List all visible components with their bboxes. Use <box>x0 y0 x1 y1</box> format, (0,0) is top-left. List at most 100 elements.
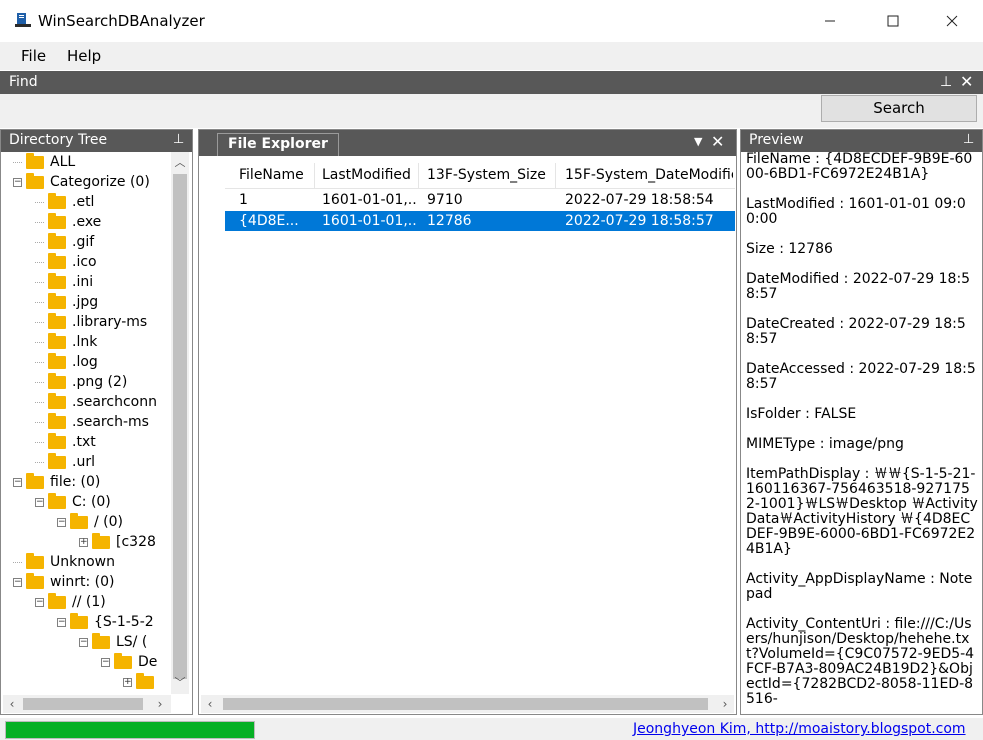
scroll-right-icon[interactable]: › <box>716 695 734 713</box>
column-divider[interactable] <box>555 163 556 189</box>
pin-icon[interactable]: ⊥ <box>963 132 974 147</box>
tree-node[interactable]: − file: (0) <box>13 472 100 492</box>
directory-tree-panel: Directory Tree ⊥ ALL − Categorize (0) .etl.… <box>0 129 193 715</box>
tree-node[interactable]: .exe <box>35 212 101 232</box>
collapse-icon[interactable]: − <box>13 577 22 587</box>
collapse-icon[interactable]: − <box>35 497 44 507</box>
folder-icon <box>92 632 110 649</box>
preview-content: FileName : {4D8ECDEF-9B9E-6000-6BD1-FC69… <box>746 152 978 714</box>
dropdown-icon[interactable]: ▼ <box>694 135 702 148</box>
tree-connector <box>35 321 44 323</box>
column-header[interactable]: 15F-System_DateModified <box>565 167 733 183</box>
pin-icon[interactable]: ⊥ <box>173 132 184 147</box>
scroll-right-icon[interactable]: › <box>151 695 169 713</box>
tree-node[interactable]: .etl <box>35 192 94 212</box>
column-header[interactable]: FileName <box>239 167 313 183</box>
tree-node[interactable]: − De <box>101 652 157 672</box>
tree-node[interactable]: − LS/ ( <box>79 632 147 652</box>
tree-node[interactable]: .searchconn <box>35 392 157 412</box>
tree-node[interactable]: .ini <box>35 272 93 292</box>
tree-node[interactable]: − Categorize (0) <box>13 172 150 192</box>
tree-node[interactable]: Unknown <box>13 552 115 572</box>
scroll-down-icon[interactable]: ﹀ <box>171 674 189 692</box>
tree-node[interactable]: .search-ms <box>35 412 149 432</box>
tree-node[interactable]: ALL <box>13 152 75 172</box>
progress-fill <box>6 722 254 738</box>
expand-icon[interactable]: + <box>123 677 132 687</box>
tree-node[interactable]: .gif <box>35 232 94 252</box>
collapse-icon[interactable]: − <box>57 517 66 527</box>
preview-field: Size : 12786 <box>746 241 833 257</box>
tree-horizontal-scrollbar[interactable]: ‹ › <box>3 695 171 713</box>
folder-icon <box>48 372 66 389</box>
preview-field: Activity_AppDisplayName : Notepad <box>746 571 973 602</box>
close-button[interactable] <box>928 0 976 42</box>
column-divider[interactable] <box>314 163 315 189</box>
table-row[interactable]: {4D8E... 1601-01-01,.. 12786 2022-07-29 … <box>225 211 735 231</box>
collapse-icon[interactable]: − <box>57 617 66 627</box>
minimize-button[interactable] <box>806 0 854 42</box>
tree-node[interactable]: + [c328 <box>79 532 156 552</box>
tree-node-label: .png (2) <box>72 374 128 390</box>
collapse-icon[interactable]: − <box>13 477 22 487</box>
tree-node-label: Unknown <box>50 554 115 570</box>
tree-node[interactable]: .lnk <box>35 332 97 352</box>
collapse-icon[interactable]: − <box>13 177 22 187</box>
tree-node[interactable]: .log <box>35 352 98 372</box>
tree-node-label: .log <box>72 354 98 370</box>
search-button[interactable]: Search <box>821 95 977 122</box>
tree-node[interactable]: − C: (0) <box>35 492 111 512</box>
tree-node[interactable]: .url <box>35 452 95 472</box>
tree-node[interactable]: + <box>123 672 160 692</box>
tree-connector <box>35 361 44 363</box>
tree-node-label: De <box>138 654 158 670</box>
folder-icon <box>48 252 66 269</box>
scroll-left-icon[interactable]: ‹ <box>201 695 219 713</box>
collapse-icon[interactable]: − <box>35 597 44 607</box>
scroll-thumb[interactable] <box>223 698 708 710</box>
column-header[interactable]: 13F-System_Size <box>427 167 554 183</box>
tree-node-label: LS/ ( <box>116 634 148 650</box>
tree-node[interactable]: − / (0) <box>57 512 123 532</box>
tree-node[interactable]: .txt <box>35 432 96 452</box>
collapse-icon[interactable]: − <box>79 637 88 647</box>
scroll-thumb[interactable] <box>23 698 143 710</box>
tree-node-label: .gif <box>72 234 95 250</box>
preview-header: Preview ⊥ <box>741 130 982 152</box>
tree-node[interactable]: − // (1) <box>35 592 106 612</box>
file-explorer-header: File Explorer ▼ ✕ <box>199 130 736 156</box>
column-divider[interactable] <box>418 163 419 189</box>
scroll-left-icon[interactable]: ‹ <box>3 695 21 713</box>
folder-icon <box>48 192 66 209</box>
preview-field: MIMEType : image/png <box>746 436 904 452</box>
scroll-up-icon[interactable]: ︿ <box>171 154 189 172</box>
tree-node[interactable]: .ico <box>35 252 97 272</box>
menu-help[interactable]: Help <box>67 47 101 65</box>
tree-node[interactable]: − winrt: (0) <box>13 572 114 592</box>
tree-connector <box>35 421 44 423</box>
table-horizontal-scrollbar[interactable]: ‹ › <box>201 695 734 713</box>
tree-node[interactable]: − {S-1-5-2 <box>57 612 154 632</box>
expand-icon[interactable]: + <box>79 537 88 547</box>
folder-icon <box>48 292 66 309</box>
folder-icon <box>26 472 44 489</box>
menu-file[interactable]: File <box>21 47 46 65</box>
column-header[interactable]: LastModified <box>322 167 417 183</box>
tree-vertical-scrollbar[interactable]: ︿ ﹀ <box>171 152 189 694</box>
maximize-button[interactable] <box>869 0 917 42</box>
tree-node[interactable]: .library-ms <box>35 312 147 332</box>
close-icon[interactable]: ✕ <box>960 72 973 91</box>
table-row[interactable]: 1 1601-01-01,.. 9710 2022-07-29 18:58:54 <box>225 190 735 210</box>
preview-field: DateModified : 2022-07-29 18:58:57 <box>746 271 971 302</box>
tab-file-explorer[interactable]: File Explorer <box>217 133 339 156</box>
tree-node[interactable]: .png (2) <box>35 372 127 392</box>
scroll-thumb[interactable] <box>173 174 187 679</box>
tree-connector <box>35 401 44 403</box>
tree-node[interactable]: .jpg <box>35 292 98 312</box>
directory-tree[interactable]: ALL − Categorize (0) .etl .exe .gif .ico .ini .j… <box>3 152 171 694</box>
close-icon[interactable]: ✕ <box>711 132 724 151</box>
pin-icon[interactable]: ⊥ <box>940 74 952 90</box>
collapse-icon[interactable]: − <box>101 657 110 667</box>
author-link[interactable]: Jeonghyeon Kim, http://moaistory.blogspo… <box>633 721 966 737</box>
folder-icon <box>136 672 154 689</box>
